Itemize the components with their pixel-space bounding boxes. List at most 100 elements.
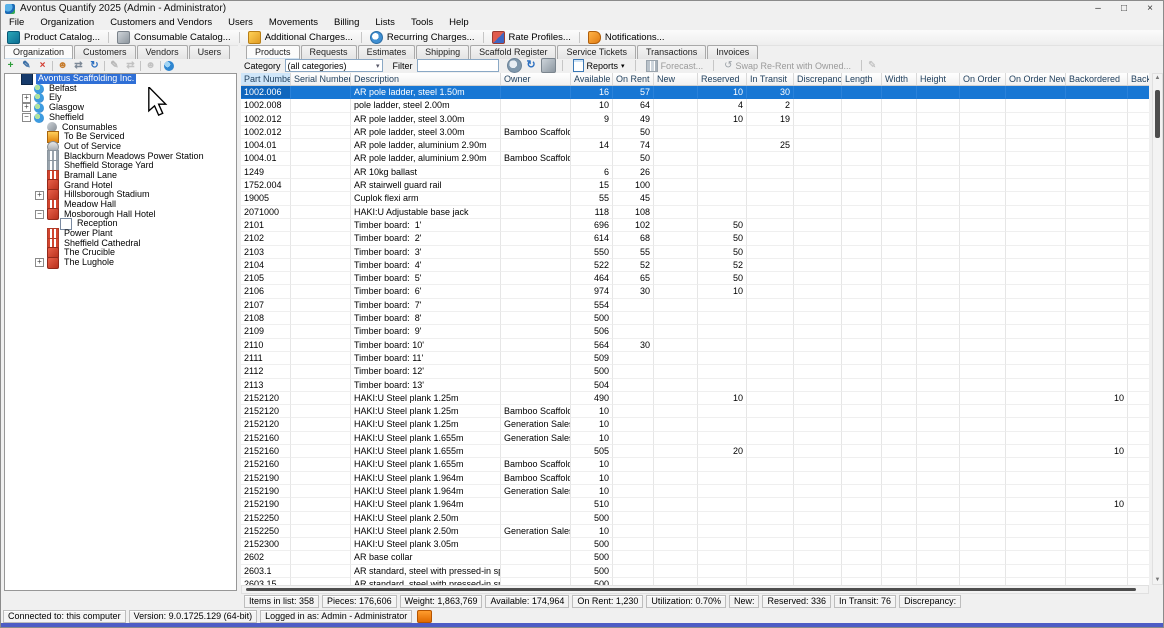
table-row[interactable]: 2102Timber board: 2'6146850 <box>241 232 1149 245</box>
tab-requests[interactable]: Requests <box>301 45 357 59</box>
toolbar-button-additional-charges[interactable]: Additional Charges... <box>242 30 359 45</box>
tab-users[interactable]: Users <box>189 45 231 59</box>
table-row[interactable]: 2101Timber board: 1'69610250 <box>241 219 1149 232</box>
tree-item-ely[interactable]: +Ely <box>5 93 236 103</box>
table-row[interactable]: 2071000HAKI:U Adjustable base jack118108 <box>241 206 1149 219</box>
menu-item-help[interactable]: Help <box>441 16 477 30</box>
table-row[interactable]: 2111Timber board: 11'509 <box>241 352 1149 365</box>
vertical-scrollbar[interactable]: ▲ ▼ <box>1152 73 1163 585</box>
table-row[interactable]: 2152250HAKI:U Steel plank 2.50m500 <box>241 512 1149 525</box>
add-icon[interactable]: + <box>4 60 17 72</box>
scroll-up-icon[interactable]: ▲ <box>1153 75 1162 81</box>
tree-item-glasgow[interactable]: +Glasgow <box>5 103 236 113</box>
tree-item-the-lughole[interactable]: +The Lughole <box>5 258 236 268</box>
tree-item-sheffield[interactable]: −Sheffield <box>5 113 236 123</box>
table-row[interactable]: 1004.01AR pole ladder, aluminium 2.90m14… <box>241 139 1149 152</box>
expand-plus-icon[interactable]: + <box>35 191 44 200</box>
tab-scaffold-register[interactable]: Scaffold Register <box>470 45 556 59</box>
filter-input[interactable] <box>417 59 499 72</box>
column-header-width[interactable]: Width <box>882 73 917 85</box>
column-header-on-order-new[interactable]: On Order New <box>1006 73 1066 85</box>
table-row[interactable]: 19005Cuplok flexi arm5545 <box>241 192 1149 205</box>
table-row[interactable]: 2152160HAKI:U Steel plank 1.655mGenerati… <box>241 432 1149 445</box>
menu-item-billing[interactable]: Billing <box>326 16 367 30</box>
column-header-owner[interactable]: Owner <box>501 73 571 85</box>
maximize-icon[interactable]: □ <box>1111 1 1137 16</box>
tab-vendors[interactable]: Vendors <box>137 45 188 59</box>
table-row[interactable]: 2110Timber board: 10'56430 <box>241 339 1149 352</box>
toolbar-button-product-catalog[interactable]: Product Catalog... <box>1 30 106 45</box>
column-header-description[interactable]: Description <box>351 73 501 85</box>
column-header-reserved[interactable]: Reserved <box>698 73 747 85</box>
menu-item-file[interactable]: File <box>1 16 32 30</box>
edit-icon[interactable]: ✎ <box>20 60 33 72</box>
scroll-down-icon[interactable]: ▼ <box>1153 577 1162 583</box>
table-row[interactable]: 2113Timber board: 13'504 <box>241 379 1149 392</box>
column-header-backord[interactable]: Backord <box>1128 73 1149 85</box>
tab-estimates[interactable]: Estimates <box>358 45 416 59</box>
google-earth-icon[interactable] <box>164 61 174 71</box>
table-row[interactable]: 2602AR base collar500 <box>241 551 1149 564</box>
tree-item-hillsborough-stadium[interactable]: +Hillsborough Stadium <box>5 190 236 200</box>
column-header-discrepancy[interactable]: Discrepancy <box>794 73 842 85</box>
forecast-button[interactable]: Forecast... <box>642 59 708 73</box>
table-row[interactable]: 1002.012AR pole ladder, steel 3.00mBambo… <box>241 126 1149 139</box>
support-icon[interactable] <box>417 610 432 623</box>
tree-item-belfast[interactable]: Belfast <box>5 84 236 94</box>
table-row[interactable]: 2103Timber board: 3'5505550 <box>241 246 1149 259</box>
table-row[interactable]: 2152250HAKI:U Steel plank 2.50mGeneratio… <box>241 525 1149 538</box>
menu-item-customers-and-vendors[interactable]: Customers and Vendors <box>102 16 220 30</box>
column-header-part-number[interactable]: Part Number <box>241 73 291 85</box>
table-row[interactable]: 2107Timber board: 7'554 <box>241 299 1149 312</box>
column-header-serial-number[interactable]: Serial Number <box>291 73 351 85</box>
tree-item-mosborough-hall-hotel[interactable]: −Mosborough Hall Hotel <box>5 210 236 220</box>
table-row[interactable]: 2603.15AR standard, steel with pressed-i… <box>241 578 1149 585</box>
table-row[interactable]: 1002.012AR pole ladder, steel 3.00m94910… <box>241 113 1149 126</box>
tab-organization[interactable]: Organization <box>4 45 73 59</box>
table-row[interactable]: 2603.1AR standard, steel with pressed-in… <box>241 565 1149 578</box>
tab-transactions[interactable]: Transactions <box>637 45 706 59</box>
table-row[interactable]: 2152120HAKI:U Steel plank 1.25m4901010 <box>241 392 1149 405</box>
tab-customers[interactable]: Customers <box>74 45 136 59</box>
toolbar-button-notifications[interactable]: Notifications... <box>582 30 671 45</box>
tab-shipping[interactable]: Shipping <box>416 45 469 59</box>
expand-minus-icon[interactable]: − <box>22 113 31 122</box>
vertical-scroll-thumb[interactable] <box>1155 90 1160 138</box>
minimize-icon[interactable]: – <box>1085 1 1111 16</box>
menu-item-lists[interactable]: Lists <box>367 16 403 30</box>
table-row[interactable]: 2112Timber board: 12'500 <box>241 365 1149 378</box>
refresh-icon[interactable]: ↻ <box>88 60 101 72</box>
table-row[interactable]: 2152120HAKI:U Steel plank 1.25mBamboo Sc… <box>241 405 1149 418</box>
table-row[interactable]: 1752.004AR stairwell guard rail15100 <box>241 179 1149 192</box>
column-header-length[interactable]: Length <box>842 73 882 85</box>
delete-icon[interactable]: × <box>36 60 49 72</box>
tab-service-tickets[interactable]: Service Tickets <box>557 45 636 59</box>
table-row[interactable]: 2152160HAKI:U Steel plank 1.655m5052010 <box>241 445 1149 458</box>
column-header-in-transit[interactable]: In Transit <box>747 73 794 85</box>
table-row[interactable]: 1249AR 10kg ballast626 <box>241 166 1149 179</box>
expand-plus-icon[interactable]: + <box>22 103 31 112</box>
user-disabled-icon[interactable]: ☻ <box>144 60 157 72</box>
column-header-available[interactable]: Available <box>571 73 613 85</box>
tab-products[interactable]: Products <box>246 45 300 59</box>
find-user-icon[interactable]: ☻ <box>56 60 69 72</box>
tree-item-sheffield-storage-yard[interactable]: Sheffield Storage Yard <box>5 161 236 171</box>
expand-minus-icon[interactable]: − <box>35 210 44 219</box>
hand-truck-icon[interactable] <box>541 58 556 73</box>
tab-invoices[interactable]: Invoices <box>707 45 758 59</box>
table-row[interactable]: 1002.008pole ladder, steel 2.00m106442 <box>241 99 1149 112</box>
tree-item-reception[interactable]: Reception <box>5 219 236 229</box>
menu-item-organization[interactable]: Organization <box>32 16 102 30</box>
column-header-height[interactable]: Height <box>917 73 960 85</box>
menu-item-movements[interactable]: Movements <box>261 16 326 30</box>
toolbar-button-recurring-charges[interactable]: Recurring Charges... <box>364 30 481 45</box>
table-row[interactable]: 2109Timber board: 9'506 <box>241 325 1149 338</box>
column-header-on-order[interactable]: On Order <box>960 73 1006 85</box>
swap-rerent-button[interactable]: ↺ Swap Re-Rent with Owned... <box>720 59 855 73</box>
close-icon[interactable]: × <box>1137 1 1163 16</box>
refresh-icon[interactable]: ↻ <box>525 59 538 72</box>
move-icon[interactable]: ⇄ <box>72 60 85 72</box>
table-row[interactable]: 2105Timber board: 5'4646550 <box>241 272 1149 285</box>
attach-disabled-icon[interactable]: ⇄ <box>124 60 137 72</box>
table-row[interactable]: 1002.006AR pole ladder, steel 1.50m16571… <box>241 86 1149 99</box>
